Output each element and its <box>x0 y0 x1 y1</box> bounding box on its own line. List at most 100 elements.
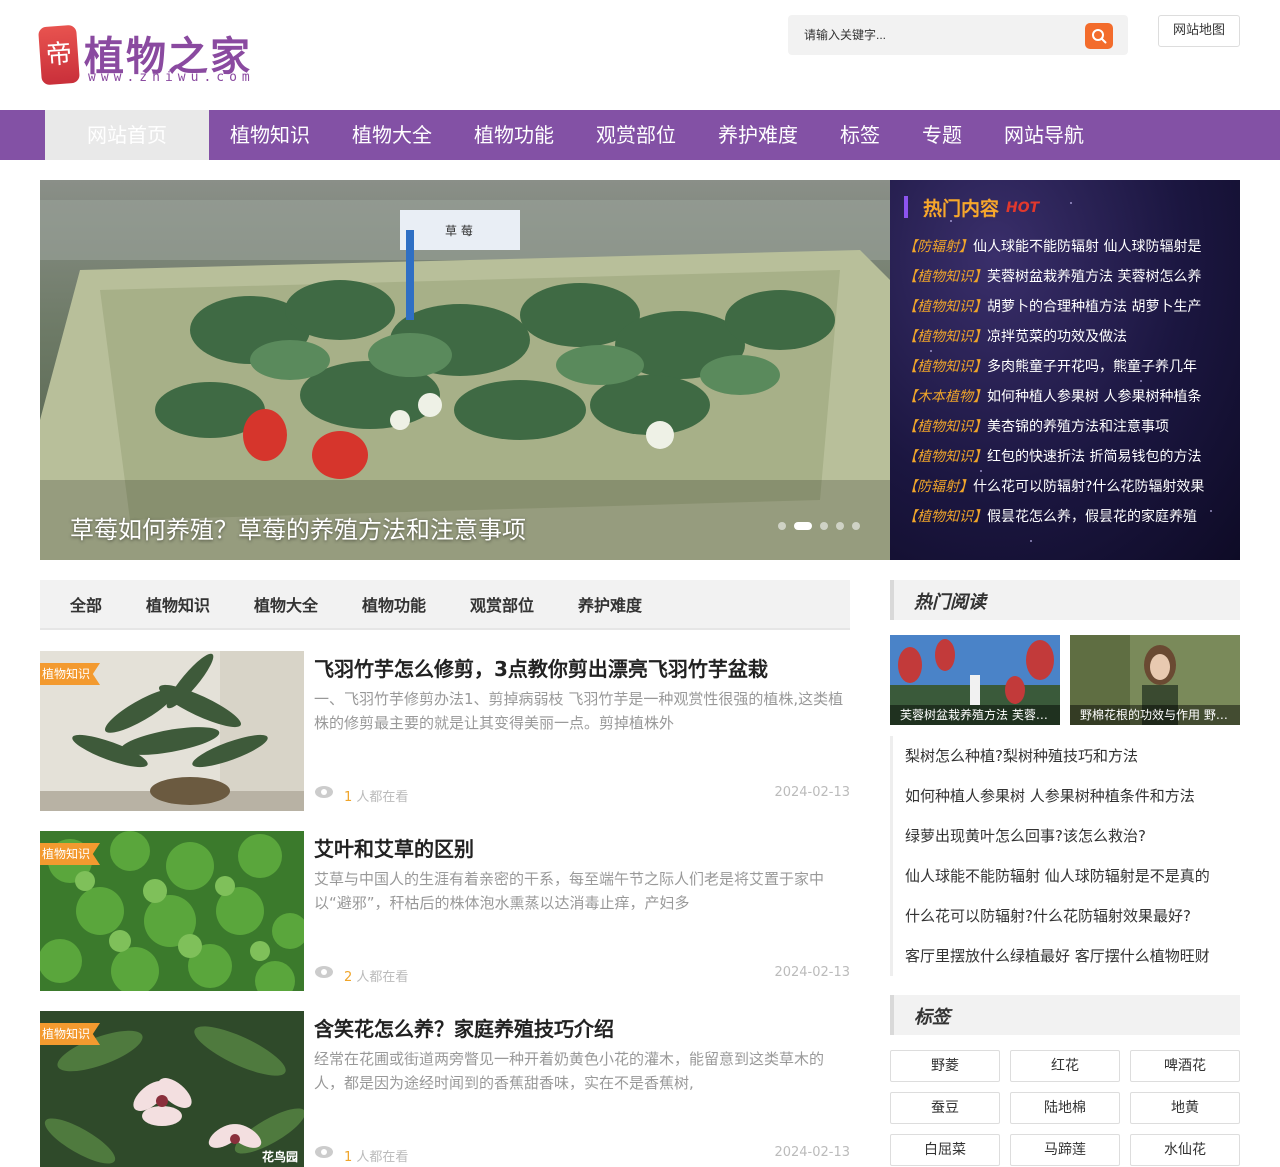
hot-item[interactable]: 【植物知识】多肉熊童子开花吗，熊童子养几年 <box>903 352 1233 382</box>
hot-read-link[interactable]: 梨树怎么种植?梨树种殖技巧和方法 <box>890 736 1240 776</box>
hot-read-title: 热门阅读 <box>914 592 986 613</box>
article-thumbnail[interactable]: 植物知识 <box>40 651 304 811</box>
nav-item-home[interactable]: 网站首页 <box>45 110 209 160</box>
article-thumbnail[interactable]: 植物知识 花鸟园 <box>40 1011 304 1167</box>
hot-item[interactable]: 【植物知识】凉拌苋菜的功效及做法 <box>903 322 1233 352</box>
tag-button[interactable]: 地黄 <box>1130 1092 1240 1124</box>
tag-button[interactable]: 水仙花 <box>1130 1134 1240 1166</box>
hot-read-link[interactable]: 什么花可以防辐射?什么花防辐射效果最好? <box>890 896 1240 936</box>
hot-item-category[interactable]: 【植物知识】 <box>903 509 987 525</box>
slider-dot[interactable] <box>820 522 828 530</box>
nav-item-difficulty[interactable]: 养护难度 <box>718 110 798 160</box>
category-filter-bar: 全部 植物知识 植物大全 植物功能 观赏部位 养护难度 <box>40 580 850 630</box>
hot-read-caption[interactable]: 野棉花根的功效与作用 野棉花的作用 <box>1070 705 1240 725</box>
hot-item[interactable]: 【植物知识】假昙花怎么养，假昙花的家庭养殖 <box>903 502 1233 532</box>
slider-dot[interactable] <box>836 522 844 530</box>
article-date: 2024-02-13 <box>774 1145 850 1160</box>
nav-item-navigation[interactable]: 网站导航 <box>1004 110 1084 160</box>
hot-item[interactable]: 【植物知识】芙蓉树盆栽养殖方法 芙蓉树怎么养 <box>903 262 1233 292</box>
hot-read-caption[interactable]: 芙蓉树盆栽养殖方法 芙蓉树怎么养 <box>890 705 1060 725</box>
nav-item-knowledge[interactable]: 植物知识 <box>230 110 310 160</box>
hot-item[interactable]: 【植物知识】胡萝卜的合理种植方法 胡萝卜生产 <box>903 292 1233 322</box>
nav-item-ornamental[interactable]: 观赏部位 <box>596 110 676 160</box>
article-title[interactable]: 含笑花怎么养？家庭养殖技巧介绍 <box>314 1013 614 1042</box>
hot-item-category[interactable]: 【植物知识】 <box>903 359 987 375</box>
article-summary: 经常在花圃或街道两旁瞥见一种开着奶黄色小花的灌木，能留意到这类草木的人，都是因为… <box>314 1050 825 1092</box>
article-summary: 艾草与中国人的生涯有着亲密的干系，每至端午节之际人们老是将艾置于家中以“避邪”，… <box>314 870 825 912</box>
hot-item-text[interactable]: 胡萝卜的合理种植方法 胡萝卜生产 <box>987 299 1201 315</box>
filter-tab-knowledge[interactable]: 植物知识 <box>146 580 210 630</box>
view-count-number: 1 <box>344 790 353 805</box>
article-category-badge[interactable]: 植物知识 <box>40 663 101 685</box>
hot-read-link[interactable]: 仙人球能不能防辐射 仙人球防辐射是不是真的 <box>890 856 1240 896</box>
tag-button[interactable]: 野菱 <box>890 1050 1000 1082</box>
slider-dot-active[interactable] <box>794 522 812 530</box>
tag-button[interactable]: 红花 <box>1010 1050 1120 1082</box>
hot-item[interactable]: 【防辐射】仙人球能不能防辐射 仙人球防辐射是 <box>903 232 1233 262</box>
hot-item-text[interactable]: 美杏锦的养殖方法和注意事项 <box>987 419 1169 435</box>
article-title[interactable]: 艾叶和艾草的区别 <box>314 833 474 862</box>
filter-tab-function[interactable]: 植物功能 <box>362 580 426 630</box>
hot-read-link[interactable]: 如何种植人参果树 人参果树种植条件和方法 <box>890 776 1240 816</box>
article-title[interactable]: 飞羽竹芋怎么修剪，3点教你剪出漂亮飞羽竹芋盆栽 <box>314 653 768 682</box>
hot-item-text[interactable]: 仙人球能不能防辐射 仙人球防辐射是 <box>973 239 1201 255</box>
hot-item-text[interactable]: 红包的快速折法 折简易钱包的方法 <box>987 449 1201 465</box>
site-logo[interactable]: 帝 植物之家 www.zhiwu.com <box>38 22 270 92</box>
logo-seal-icon: 帝 <box>38 24 80 86</box>
article-item: 植物知识 飞羽竹芋怎么修剪，3点教你剪出漂亮飞羽竹芋盆栽 一、飞羽竹芋修剪办法1… <box>40 651 850 811</box>
sitemap-button[interactable]: 网站地图 <box>1158 15 1240 47</box>
article-thumbnail[interactable]: 植物知识 <box>40 831 304 991</box>
slider-dot[interactable] <box>852 522 860 530</box>
nav-item-function[interactable]: 植物功能 <box>474 110 554 160</box>
hot-item-text[interactable]: 凉拌苋菜的功效及做法 <box>987 329 1127 345</box>
logo-url: www.zhiwu.com <box>88 70 255 85</box>
hot-read-link[interactable]: 绿萝出现黄叶怎么回事?该怎么救治? <box>890 816 1240 856</box>
hot-item-category[interactable]: 【植物知识】 <box>903 299 987 315</box>
hot-item-text[interactable]: 假昙花怎么养，假昙花的家庭养殖 <box>987 509 1197 525</box>
hero-slider[interactable]: 草 莓 草莓如何养殖？草莓的养殖方法和注意事项 <box>40 180 890 560</box>
hot-item-category[interactable]: 【防辐射】 <box>903 239 973 255</box>
hero-sign-text: 草 莓 <box>445 224 473 238</box>
tag-button[interactable]: 白屈菜 <box>890 1134 1000 1166</box>
tags-title: 标签 <box>914 1007 950 1028</box>
hot-item-category[interactable]: 【防辐射】 <box>903 479 973 495</box>
tag-button[interactable]: 啤酒花 <box>1130 1050 1240 1082</box>
article-category-badge[interactable]: 植物知识 <box>40 1023 101 1045</box>
hero-title[interactable]: 草莓如何养殖？草莓的养殖方法和注意事项 <box>70 510 526 545</box>
article-category-badge[interactable]: 植物知识 <box>40 843 101 865</box>
hot-item[interactable]: 【防辐射】什么花可以防辐射?什么花防辐射效果 <box>903 472 1233 502</box>
hot-item-text[interactable]: 如何种植人参果树 人参果树种植条 <box>987 389 1201 405</box>
hot-item[interactable]: 【木本植物】如何种植人参果树 人参果树种植条 <box>903 382 1233 412</box>
article-item: 植物知识 艾叶和艾草的区别 艾草与中国人的生涯有着亲密的干系，每至端午节之际人们… <box>40 831 850 991</box>
tag-button[interactable]: 陆地棉 <box>1010 1092 1120 1124</box>
filter-tab-all[interactable]: 全部 <box>70 580 102 630</box>
search-button[interactable] <box>1085 23 1113 49</box>
nav-item-encyclopedia[interactable]: 植物大全 <box>352 110 432 160</box>
filter-tab-encyclopedia[interactable]: 植物大全 <box>254 580 318 630</box>
hot-item[interactable]: 【植物知识】红包的快速折法 折简易钱包的方法 <box>903 442 1233 472</box>
tag-button[interactable]: 马蹄莲 <box>1010 1134 1120 1166</box>
nav-item-tags[interactable]: 标签 <box>840 110 880 160</box>
hot-item-text[interactable]: 多肉熊童子开花吗，熊童子养几年 <box>987 359 1197 375</box>
hot-item-text[interactable]: 芙蓉树盆栽养殖方法 芙蓉树怎么养 <box>987 269 1201 285</box>
hot-read-pic[interactable]: 野棉花根的功效与作用 野棉花的作用 <box>1070 635 1240 725</box>
filter-tab-ornamental[interactable]: 观赏部位 <box>470 580 534 630</box>
filter-tab-difficulty[interactable]: 养护难度 <box>578 580 642 630</box>
article-summary: 一、飞羽竹芋修剪办法1、剪掉病弱枝 飞羽竹芋是一种观赏性很强的植株,这类植株的修… <box>314 690 844 732</box>
search-input[interactable] <box>788 15 1078 55</box>
hot-item[interactable]: 【植物知识】美杏锦的养殖方法和注意事项 <box>903 412 1233 442</box>
hot-item-category[interactable]: 【植物知识】 <box>903 419 987 435</box>
hot-item-category[interactable]: 【植物知识】 <box>903 329 987 345</box>
tag-button[interactable]: 蚕豆 <box>890 1092 1000 1124</box>
hot-item-category[interactable]: 【木本植物】 <box>903 389 987 405</box>
hot-item-category[interactable]: 【植物知识】 <box>903 269 987 285</box>
image-watermark: 花鸟园 <box>261 1150 298 1164</box>
tags-header: 标签 <box>890 995 1240 1035</box>
hot-item-category[interactable]: 【植物知识】 <box>903 449 987 465</box>
hot-read-link[interactable]: 客厅里摆放什么绿植最好 客厅摆什么植物旺财 <box>890 936 1240 976</box>
hot-item-text[interactable]: 什么花可以防辐射?什么花防辐射效果 <box>973 479 1204 495</box>
nav-item-topics[interactable]: 专题 <box>922 110 962 160</box>
slider-dot[interactable] <box>778 522 786 530</box>
view-count-suffix: 人都在看 <box>356 970 409 985</box>
hot-read-pic[interactable]: 芙蓉树盆栽养殖方法 芙蓉树怎么养 <box>890 635 1060 725</box>
